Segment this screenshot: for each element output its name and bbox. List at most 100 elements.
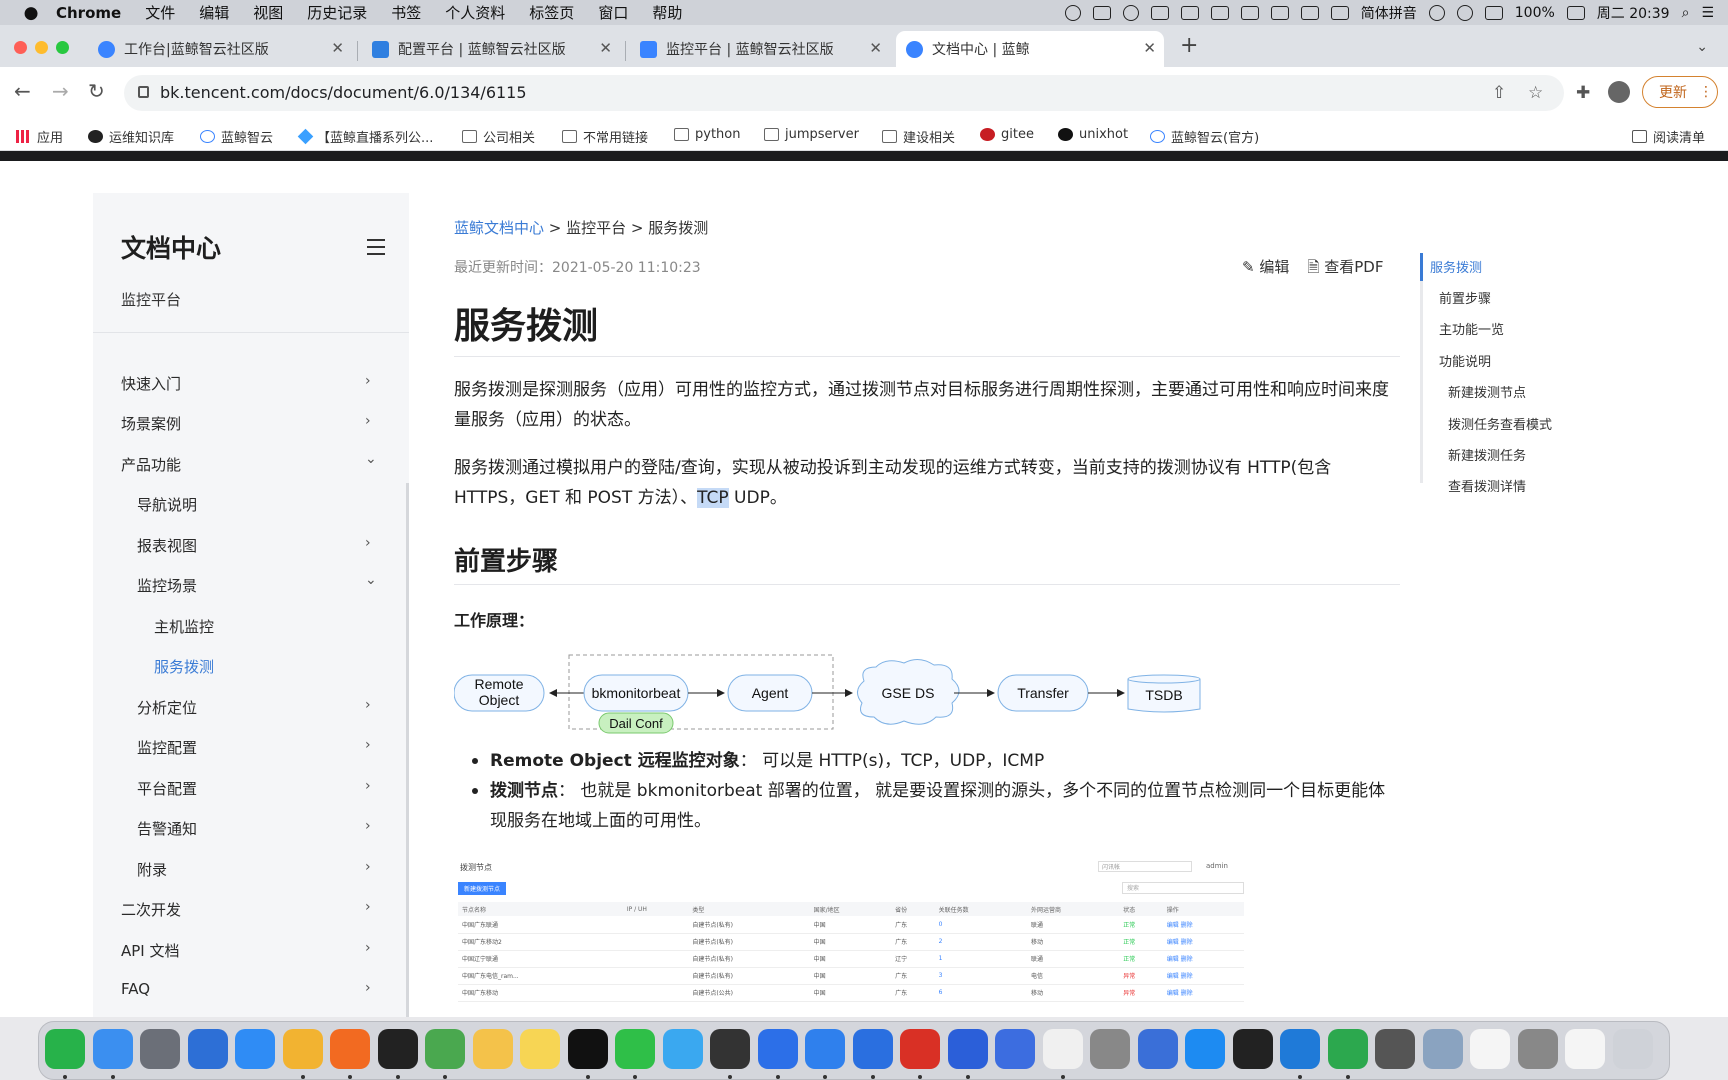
bluetooth-icon[interactable] — [1428, 4, 1445, 21]
screenflow-icon[interactable] — [1375, 1029, 1415, 1069]
vscode-icon[interactable] — [1280, 1029, 1320, 1069]
menu-view[interactable]: 视图 — [241, 2, 295, 23]
status-app-icon[interactable] — [1150, 5, 1169, 20]
reading-list-button[interactable]: 阅读清单 — [1632, 127, 1705, 146]
hamburger-menu-icon[interactable] — [367, 239, 385, 260]
chevron-right-icon[interactable]: › — [365, 980, 371, 996]
iqiyi-icon[interactable] — [45, 1029, 85, 1069]
lock-icon[interactable] — [138, 86, 149, 98]
chevron-right-icon[interactable]: › — [365, 535, 371, 551]
chevron-right-icon[interactable]: › — [365, 818, 371, 834]
menu-profiles[interactable]: 个人资料 — [433, 2, 517, 23]
toc-item[interactable]: 功能说明 — [1439, 351, 1491, 370]
bookmark-item[interactable]: 蓝鲸智云(官方) — [1150, 127, 1259, 146]
bookmark-item[interactable]: python — [674, 127, 740, 142]
toc-item[interactable]: 查看拨测详情 — [1448, 476, 1526, 495]
toc-item[interactable]: 主功能一览 — [1439, 319, 1504, 338]
bookmark-item[interactable]: 【蓝鲸直播系列公... — [297, 127, 433, 146]
nav-item[interactable]: 监控场景 — [137, 575, 197, 596]
safari-icon[interactable] — [235, 1029, 275, 1069]
clock[interactable]: 周二 20:39 — [1597, 3, 1670, 23]
browser-tab[interactable]: 监控平台 | 蓝鲸智云社区版 ✕ — [630, 31, 890, 67]
word-icon[interactable] — [947, 1029, 988, 1069]
kuai-icon[interactable] — [995, 1029, 1035, 1069]
status-app-icon[interactable] — [1122, 4, 1139, 21]
menu-history[interactable]: 历史记录 — [295, 2, 379, 23]
toc-item[interactable]: 新建拨测节点 — [1448, 382, 1526, 401]
minimize-window-button[interactable] — [35, 41, 48, 54]
menu-app-chrome[interactable]: Chrome — [44, 4, 133, 22]
evernote-icon[interactable] — [425, 1029, 465, 1069]
keynote-icon[interactable] — [1042, 1029, 1083, 1069]
nav-item[interactable]: API 文档 — [121, 940, 180, 961]
nav-item[interactable]: 二次开发 — [121, 899, 181, 920]
nav-item[interactable]: 产品功能 — [121, 454, 181, 475]
nav-item[interactable]: 快速入门 — [121, 373, 181, 394]
xmind-icon[interactable] — [1137, 1029, 1178, 1069]
status-app-icon[interactable] — [1180, 5, 1199, 20]
pycharm-icon[interactable] — [1327, 1029, 1368, 1069]
status-app-icon[interactable] — [1064, 4, 1081, 21]
typora-icon[interactable] — [377, 1029, 418, 1069]
bookmark-item[interactable]: 不常用链接 — [562, 127, 648, 146]
photos-icon[interactable] — [472, 1029, 513, 1069]
chevron-right-icon[interactable]: › — [365, 413, 371, 429]
nav-item[interactable]: 监控配置 — [137, 737, 197, 758]
chevron-down-icon[interactable]: ⌄ — [365, 572, 377, 588]
input-method-icon[interactable] — [1330, 5, 1349, 20]
battery-icon[interactable] — [1566, 5, 1585, 20]
menu-file[interactable]: 文件 — [133, 2, 187, 23]
close-window-button[interactable] — [14, 41, 27, 54]
browser-tab[interactable]: 配置平台 | 蓝鲸智云社区版 ✕ — [362, 31, 620, 67]
nav-item[interactable]: 主机监控 — [154, 616, 214, 637]
terminal-app-icon[interactable] — [710, 1029, 750, 1069]
update-button[interactable]: 更新 ⋮ — [1642, 76, 1718, 108]
notes-icon[interactable] — [520, 1029, 560, 1069]
nav-item[interactable]: FAQ — [121, 980, 150, 998]
breadcrumb-root-link[interactable]: 蓝鲸文档中心 — [454, 219, 544, 237]
infuse-icon[interactable] — [1185, 1029, 1225, 1069]
menu-tabs[interactable]: 标签页 — [517, 2, 586, 23]
qq-icon[interactable] — [567, 1029, 608, 1069]
settings-icon[interactable] — [1517, 1029, 1558, 1069]
url-text[interactable]: bk.tencent.com/docs/document/6.0/134/611… — [160, 83, 527, 102]
toc-item[interactable]: 新建拨测任务 — [1448, 445, 1526, 464]
bookmark-item[interactable]: jumpserver — [764, 127, 859, 142]
feishu-icon[interactable] — [852, 1029, 893, 1069]
chevron-right-icon[interactable]: › — [365, 737, 371, 753]
trash-icon[interactable] — [1612, 1029, 1653, 1069]
status-app-icon[interactable] — [1270, 5, 1289, 20]
menu-help[interactable]: 帮助 — [640, 2, 694, 23]
notes2-icon[interactable] — [1565, 1029, 1605, 1069]
vpn-icon[interactable] — [805, 1029, 845, 1069]
bookmark-item[interactable]: 应用 — [16, 127, 63, 146]
browser-tab[interactable]: 工作台|蓝鲸智云社区版 ✕ — [88, 31, 352, 67]
chevron-right-icon[interactable]: › — [365, 899, 371, 915]
preview-icon[interactable] — [1422, 1029, 1463, 1069]
terminal-icon[interactable] — [1232, 1029, 1273, 1069]
launchpad-icon[interactable] — [140, 1029, 180, 1069]
nav-item[interactable]: 场景案例 — [121, 413, 181, 434]
back-arrow-icon[interactable]: ← — [14, 79, 31, 103]
wifi-icon[interactable] — [1456, 4, 1473, 21]
control-center-icon[interactable]: ☰ — [1701, 5, 1714, 21]
bookmark-item[interactable]: gitee — [980, 127, 1034, 142]
spotlight-icon[interactable]: ⌕ — [1682, 5, 1690, 21]
browser-tab-active[interactable]: 文档中心 | 蓝鲸 ✕ — [896, 31, 1164, 67]
nav-item-active[interactable]: 服务拨测 — [154, 656, 214, 677]
sidebar-scrollbar[interactable] — [406, 483, 409, 1017]
textedit-icon[interactable] — [1470, 1029, 1510, 1069]
nav-item[interactable]: 导航说明 — [137, 494, 197, 515]
chevron-right-icon[interactable]: › — [365, 859, 371, 875]
menu-bookmarks[interactable]: 书签 — [379, 2, 433, 23]
proxyman-icon[interactable] — [1090, 1029, 1130, 1069]
nav-item[interactable]: 平台配置 — [137, 778, 197, 799]
bookmark-item[interactable]: 公司相关 — [462, 127, 535, 146]
bookmark-item[interactable]: 蓝鲸智云 — [200, 127, 273, 146]
share-icon[interactable]: ⇧ — [1492, 83, 1506, 103]
edit-button[interactable]: ✎ 编辑 — [1242, 256, 1289, 282]
toc-item[interactable]: 前置步骤 — [1439, 288, 1491, 307]
lark-icon[interactable] — [757, 1029, 798, 1069]
menu-edit[interactable]: 编辑 — [187, 2, 241, 23]
status-app-icon[interactable] — [1300, 5, 1319, 20]
